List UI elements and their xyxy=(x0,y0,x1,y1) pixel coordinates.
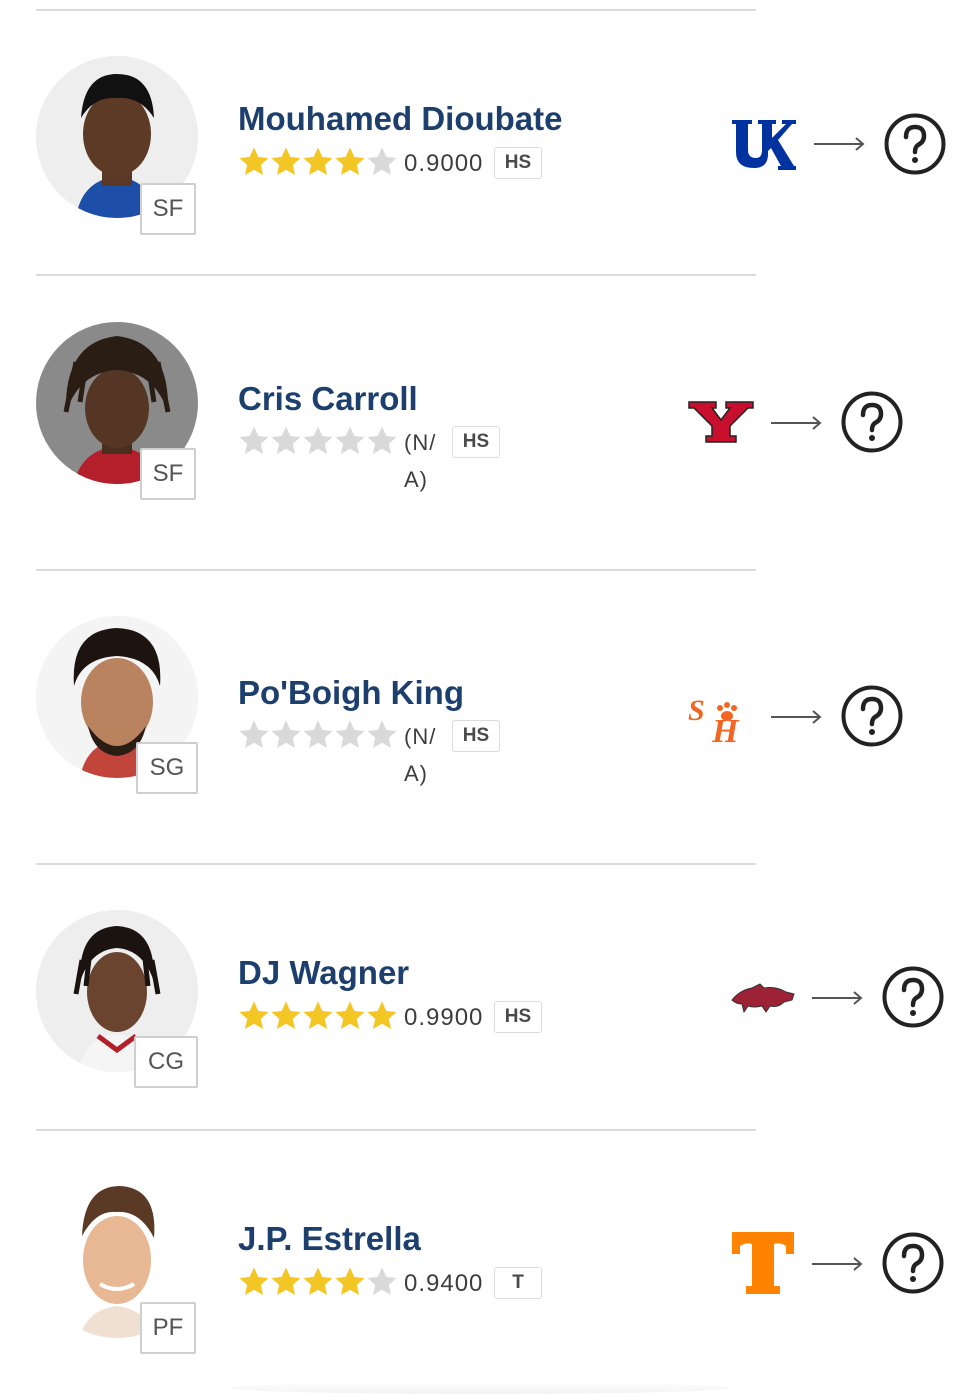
arrow-right-icon xyxy=(814,137,865,151)
kentucky-logo xyxy=(732,120,796,170)
star-icon xyxy=(271,1267,301,1295)
star-icon xyxy=(303,1001,333,1029)
player-name[interactable]: Cris Carroll xyxy=(238,380,418,418)
divider xyxy=(36,274,756,276)
level-badge: T xyxy=(494,1267,542,1299)
player-row[interactable]: SG Po'Boigh King (N/A) HS S H xyxy=(0,616,960,856)
star-rating xyxy=(238,1000,398,1034)
star-rating xyxy=(238,425,398,459)
position-badge: CG xyxy=(134,1036,198,1088)
player-name[interactable]: J.P. Estrella xyxy=(238,1220,421,1258)
position-badge: SF xyxy=(140,448,196,500)
star-icon xyxy=(335,720,365,748)
player-rating: (N/A) xyxy=(404,724,437,786)
player-name[interactable]: Po'Boigh King xyxy=(238,674,464,712)
star-rating xyxy=(238,146,398,180)
star-icon xyxy=(271,147,301,175)
player-rating: 0.9900 xyxy=(404,1004,484,1031)
position-badge: SG xyxy=(136,742,198,794)
star-icon xyxy=(335,147,365,175)
star-icon xyxy=(303,1267,333,1295)
youngstown-state-logo xyxy=(688,401,754,443)
level-badge: HS xyxy=(452,426,500,458)
sam-houston-logo: S H xyxy=(688,694,740,746)
arrow-right-icon xyxy=(812,991,863,1005)
player-row[interactable]: PF J.P. Estrella 0.9400 T xyxy=(0,1176,960,1386)
star-icon xyxy=(239,147,269,175)
divider xyxy=(36,1129,756,1131)
divider xyxy=(36,863,756,865)
question-mark-icon[interactable] xyxy=(841,685,903,747)
star-icon xyxy=(335,426,365,454)
arrow-right-icon xyxy=(812,1257,863,1271)
transfer-portal-list: SF Mouhamed Dioubate 0.9000 HS SF Cris C… xyxy=(0,0,960,1394)
player-rating: 0.9000 xyxy=(404,150,484,177)
star-icon xyxy=(335,1001,365,1029)
star-rating xyxy=(238,1266,398,1300)
divider xyxy=(36,569,756,571)
star-icon xyxy=(367,1267,397,1295)
player-rating: (N/A) xyxy=(404,430,437,492)
position-badge: SF xyxy=(140,183,196,235)
player-row[interactable]: CG DJ Wagner 0.9900 HS xyxy=(0,910,960,1120)
star-icon xyxy=(239,1267,269,1295)
star-icon xyxy=(303,426,333,454)
arrow-right-icon xyxy=(771,416,822,430)
svg-text:S: S xyxy=(688,694,705,727)
question-mark-icon[interactable] xyxy=(884,113,946,175)
star-icon xyxy=(271,426,301,454)
star-icon xyxy=(239,1001,269,1029)
star-icon xyxy=(271,720,301,748)
player-name[interactable]: Mouhamed Dioubate xyxy=(238,100,563,138)
star-icon xyxy=(367,147,397,175)
star-icon xyxy=(367,426,397,454)
level-badge: HS xyxy=(494,147,542,179)
star-icon xyxy=(335,1267,365,1295)
player-row[interactable]: SF Mouhamed Dioubate 0.9000 HS xyxy=(0,56,960,266)
star-icon xyxy=(367,720,397,748)
star-rating xyxy=(238,719,398,753)
level-badge: HS xyxy=(452,720,500,752)
player-row[interactable]: SF Cris Carroll (N/A) HS xyxy=(0,322,960,562)
star-icon xyxy=(239,426,269,454)
star-icon xyxy=(271,1001,301,1029)
question-mark-icon[interactable] xyxy=(841,391,903,453)
level-badge: HS xyxy=(494,1001,542,1033)
arrow-right-icon xyxy=(771,710,822,724)
arkansas-logo xyxy=(731,983,795,1014)
question-mark-icon[interactable] xyxy=(882,966,944,1028)
player-rating: 0.9400 xyxy=(404,1270,484,1297)
position-badge: PF xyxy=(140,1302,196,1354)
question-mark-icon[interactable] xyxy=(882,1232,944,1294)
star-icon xyxy=(303,147,333,175)
player-name[interactable]: DJ Wagner xyxy=(238,954,409,992)
star-icon xyxy=(367,1001,397,1029)
star-icon xyxy=(303,720,333,748)
divider xyxy=(36,9,756,11)
star-icon xyxy=(239,720,269,748)
bottom-shadow xyxy=(230,1382,730,1394)
tennessee-logo xyxy=(732,1232,794,1294)
